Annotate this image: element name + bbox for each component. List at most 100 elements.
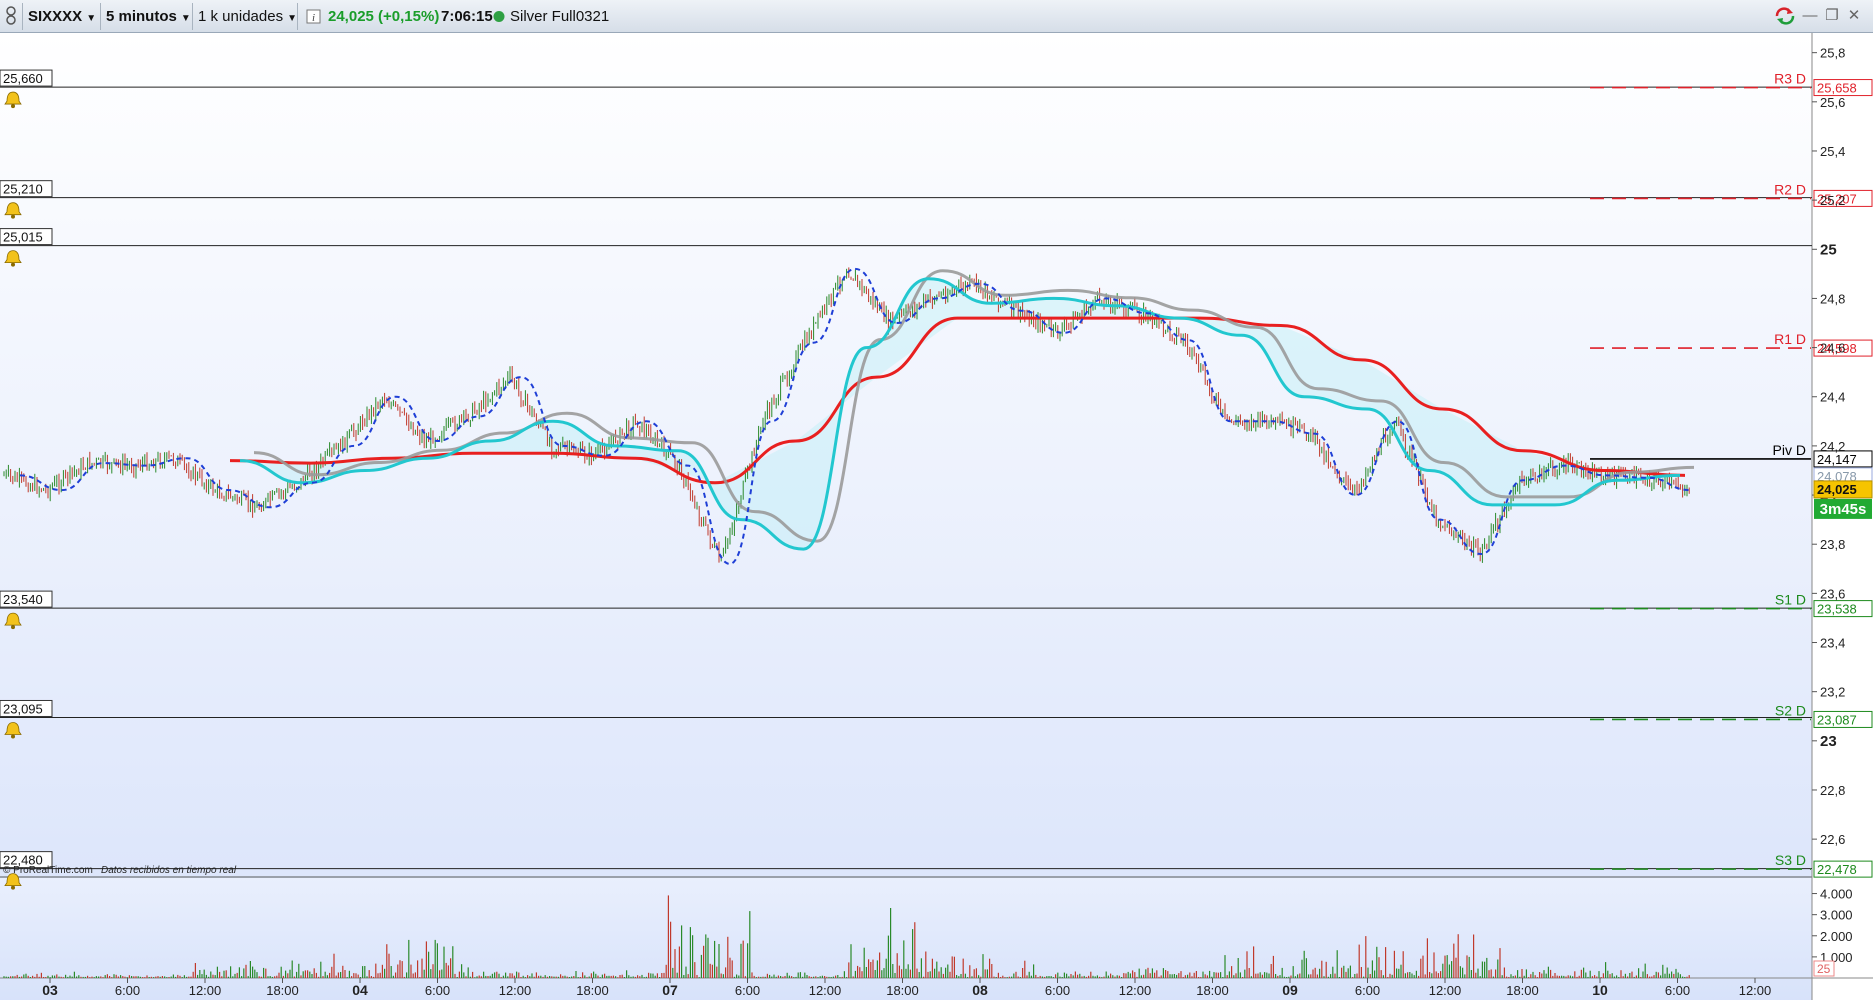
- price-tick-label: 22,6: [1820, 832, 1845, 847]
- time-tick-label: 18:00: [1196, 983, 1229, 998]
- alert-value-label: 25,015: [3, 230, 43, 245]
- time-tick-label: 18:00: [1506, 983, 1539, 998]
- symbol-label: SIXXXX: [28, 8, 83, 25]
- pivot-name: Piv D: [1773, 442, 1806, 458]
- pivot-value-label: 25,658: [1817, 81, 1857, 96]
- pivot-value-label: 23,538: [1817, 602, 1857, 617]
- bell-clapper: [11, 885, 15, 890]
- chevron-down-icon: ▼: [180, 13, 191, 24]
- countdown-label: 3m45s: [1820, 501, 1867, 518]
- price-markers: 24,07824,0253m45s: [1813, 467, 1873, 519]
- time-tick-label: 6:00: [115, 983, 140, 998]
- price-tick-label: 24,8: [1820, 291, 1845, 306]
- chevron-down-icon: ▼: [287, 13, 297, 24]
- time-tick-label: 12:00: [499, 983, 532, 998]
- time-tick-label: 08: [972, 982, 988, 998]
- price-tick-label: 25,6: [1820, 95, 1845, 110]
- time-tick-label: 03: [42, 982, 58, 998]
- chart-toolbar: SIXXXX ▼ 5 minutos ▼ 1 k unidades ▼ i 24,02…: [0, 0, 1873, 33]
- pivot-name: S3 D: [1775, 852, 1806, 868]
- pivot-value-label: 23,087: [1817, 712, 1857, 727]
- time-tick-label: 12:00: [1429, 983, 1462, 998]
- bell-clapper: [11, 625, 15, 630]
- volume-plot-area[interactable]: [0, 878, 1812, 1000]
- time-tick-label: 18:00: [886, 983, 919, 998]
- last-price: 24,025 (+0,15%): [328, 8, 440, 25]
- svg-text:i: i: [312, 12, 315, 24]
- price-tick-label: 24,4: [1820, 390, 1845, 405]
- minimize-button[interactable]: —: [1800, 6, 1820, 26]
- pivot-name: R2 D: [1774, 181, 1806, 197]
- time-tick-label: 6:00: [425, 983, 450, 998]
- watermark-text: © ProRealTime.com: [3, 865, 93, 876]
- volume-tick-label: 3.000: [1820, 908, 1853, 923]
- price-tick-label: 25: [1820, 241, 1837, 258]
- symbol-selector[interactable]: SIXXXX ▼: [28, 0, 96, 33]
- alert-value-label: 23,095: [3, 701, 43, 716]
- last-price-label: 24,025: [1817, 482, 1857, 497]
- watermark-note: Datos recibidos en tiempo real: [101, 865, 237, 876]
- pivot-name: R3 D: [1774, 71, 1806, 87]
- timeframe-label: 5 minutos: [106, 8, 177, 25]
- chevron-down-icon: ▼: [86, 13, 97, 24]
- price-tick-label: 25,4: [1820, 144, 1845, 159]
- pivot-name: S2 D: [1775, 702, 1806, 718]
- time-tick-label: 12:00: [1119, 983, 1152, 998]
- price-tick-label: 24,6: [1820, 341, 1845, 356]
- pivot-value-label: 24,147: [1817, 452, 1857, 467]
- pivot-name: S1 D: [1775, 592, 1806, 608]
- time-tick-label: 09: [1282, 982, 1298, 998]
- time-tick-label: 12:00: [1739, 983, 1772, 998]
- bell-clapper: [11, 262, 15, 267]
- price-tick-label: 24,2: [1820, 439, 1845, 454]
- time-tick-label: 6:00: [735, 983, 760, 998]
- drag-handle[interactable]: [4, 0, 20, 33]
- panel-divider[interactable]: [0, 876, 1812, 878]
- time-tick-label: 6:00: [1045, 983, 1070, 998]
- alert-value-label: 23,540: [3, 592, 43, 607]
- sync-button[interactable]: [1774, 6, 1795, 26]
- price-tick-label: 22,8: [1820, 783, 1845, 798]
- time-tick-label: 6:00: [1665, 983, 1690, 998]
- volume-tick-label: 2.000: [1820, 929, 1853, 944]
- time-tick-label: 10: [1592, 982, 1608, 998]
- info-icon: i: [306, 9, 321, 24]
- bell-clapper: [11, 104, 15, 109]
- sync-arrows-icon: [1775, 7, 1795, 25]
- close-button[interactable]: ✕: [1844, 6, 1864, 26]
- units-label: 1 k unidades: [198, 8, 284, 25]
- alert-value-label: 25,660: [3, 71, 43, 86]
- status-dot-icon: [493, 11, 505, 22]
- price-tick-label: 23,4: [1820, 636, 1845, 651]
- time-tick-label: 6:00: [1355, 983, 1380, 998]
- volume-tick-label: 4.000: [1820, 887, 1853, 902]
- info-button[interactable]: i: [306, 0, 321, 33]
- time-tick-label: 18:00: [266, 983, 299, 998]
- price-tick-label: 23: [1820, 733, 1837, 750]
- time-tick-label: 18:00: [576, 983, 609, 998]
- price-tick-label: 25,2: [1820, 193, 1845, 208]
- connection-status: [493, 0, 505, 33]
- pivot-value-label: 22,478: [1817, 862, 1857, 877]
- price-tick-label: 25,8: [1820, 46, 1845, 61]
- price-chart[interactable]: 25,66025,21025,01523,54023,09522,480 R3 …: [0, 33, 1873, 1000]
- price-tick-label: 23,2: [1820, 685, 1845, 700]
- restore-button[interactable]: ❐: [1822, 6, 1842, 26]
- minimize-icon: —: [1802, 7, 1818, 24]
- time-tick-label: 07: [662, 982, 678, 998]
- alert-value-label: 25,210: [3, 182, 43, 197]
- time-tick-label: 12:00: [189, 983, 222, 998]
- price-tick-label: 23,6: [1820, 586, 1845, 601]
- restore-icon: ❐: [1825, 7, 1839, 24]
- volume-current-label: 25: [1817, 962, 1831, 976]
- units-selector[interactable]: 1 k unidades ▼: [198, 0, 297, 33]
- bell-clapper: [11, 734, 15, 739]
- time-tick-label: 04: [352, 982, 368, 998]
- bell-clapper: [11, 214, 15, 219]
- close-icon: ✕: [1847, 7, 1861, 24]
- clock-time: 7:06:15: [441, 8, 493, 25]
- timeframe-selector[interactable]: 5 minutos ▼: [106, 0, 191, 33]
- pivot-name: R1 D: [1774, 331, 1806, 347]
- watermark-brand: © ProRealTime.com: [3, 865, 93, 876]
- chain-icon: [6, 6, 16, 25]
